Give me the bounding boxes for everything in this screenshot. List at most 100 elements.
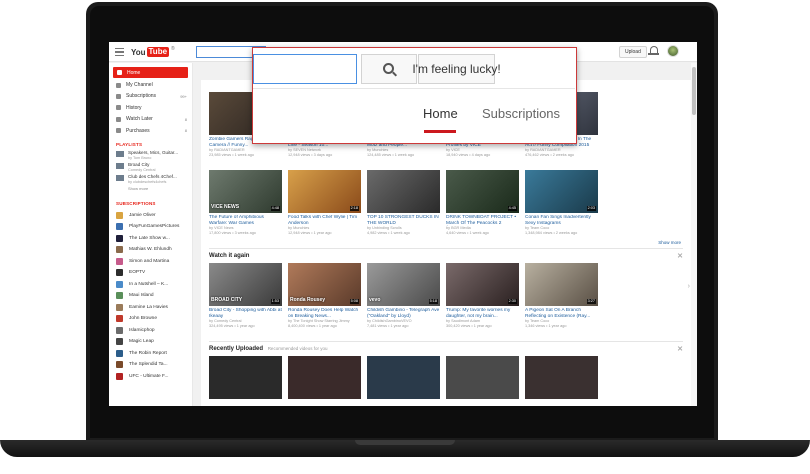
video-card[interactable]: 2:03 Conan Fan Sings Inadvertently Sexy I… (525, 170, 598, 235)
video-card[interactable] (525, 356, 598, 399)
video-thumbnail[interactable] (525, 356, 598, 399)
video-card[interactable]: 4:45 DRINK TOWNBOAT PROJECT • March Of Th… (446, 170, 519, 235)
video-thumbnail[interactable]: 2:18 (288, 170, 361, 213)
sidebar-item-label: History (126, 104, 142, 111)
tab-home[interactable]: Home (423, 106, 458, 121)
subscription-item[interactable]: Mathias W. Ehlundh (109, 244, 192, 256)
sidebar-item-purchases[interactable]: Purchases 8 (109, 125, 192, 136)
channel-avatar (116, 280, 123, 288)
close-icon[interactable]: ✕ (677, 345, 683, 353)
chevron-right-icon[interactable]: › (688, 283, 690, 290)
sidebar-item-watch-later[interactable]: Watch Later 8 (109, 114, 192, 125)
video-title[interactable]: Childish Gambino - Telegraph Ave ("Oakla… (367, 308, 440, 319)
subscription-item[interactable]: The Splendid Ta... (109, 359, 192, 371)
video-title[interactable]: TOP 10 STRONGEST DUCKS IN THE WORLD (367, 215, 440, 226)
channel-avatar (116, 372, 123, 380)
video-card[interactable]: vevo 5:18 Childish Gambino - Telegraph Ave… (367, 263, 440, 328)
feeling-lucky-button[interactable]: I'm feeling lucky! (412, 54, 501, 84)
video-stats: 4,982 views • 1 week ago (367, 230, 410, 235)
subscription-item[interactable]: Magic Leap (109, 336, 192, 348)
video-card[interactable] (367, 356, 440, 399)
search-input[interactable] (253, 54, 357, 84)
video-card[interactable]: 2:30 Trump: My favorite worries my daught… (446, 263, 519, 328)
sidebar-item-label: My Channel (126, 82, 153, 89)
video-card[interactable] (209, 356, 282, 399)
sidebar-item-subscriptions[interactable]: Subscriptions 99+ (109, 91, 192, 102)
subscription-item[interactable]: Simon and Martina (109, 255, 192, 267)
video-card[interactable]: 2:18 Food Talks with Chef Wylie | Tim And… (288, 170, 361, 235)
subscription-item[interactable]: Islamicphop (109, 324, 192, 336)
close-icon[interactable]: ✕ (677, 252, 683, 260)
video-title[interactable]: The Future of Amphibious Warfare: War Ga… (209, 215, 282, 226)
video-title[interactable]: Trump: My favorite worries my daughter, … (446, 308, 519, 319)
scroll-thumb[interactable] (692, 67, 696, 115)
channel-avatar (116, 338, 123, 346)
subscription-item[interactable]: UFC - Ultimate F... (109, 370, 192, 382)
video-card[interactable] (446, 356, 519, 399)
playlist-item[interactable]: Speakers, Mics, Guitar... by Tom Bruno (109, 150, 192, 162)
video-thumbnail[interactable]: 2:30 (446, 263, 519, 306)
video-thumbnail[interactable]: VICE NEWS 4:48 (209, 170, 282, 213)
playlist-item[interactable]: Broad City Comedy Central (109, 162, 192, 174)
sidebar-item-my-channel[interactable]: My Channel (109, 79, 192, 90)
video-duration: 2:18 (349, 206, 359, 211)
youtube-logo[interactable]: You Tube ® (131, 46, 175, 58)
avatar[interactable] (667, 45, 679, 57)
bell-icon[interactable] (648, 46, 659, 55)
video-title[interactable]: A Pigeon Sat On A Branch Reflecting on E… (525, 308, 598, 319)
video-title[interactable]: Broad City - Shopping with Abbi at Ikeaa… (209, 308, 282, 319)
video-row-2: Show more VICE NEWS 4:48 The Future of Amp… (201, 170, 691, 248)
subscription-item[interactable]: The Late Show w... (109, 232, 192, 244)
subscription-list: Jamie Oliver PlayFunGamesPictures The Late… (109, 209, 192, 382)
video-thumbnail[interactable]: vevo 5:18 (367, 263, 440, 306)
menu-icon[interactable] (115, 48, 124, 56)
video-thumbnail[interactable] (367, 356, 440, 399)
video-card[interactable] (288, 356, 361, 399)
search-icon (382, 62, 394, 74)
video-stats: 23,985 views • 1 week ago (209, 152, 255, 157)
video-duration: 2:30 (507, 299, 517, 304)
subscription-item[interactable]: The Robin Report (109, 347, 192, 359)
video-thumbnail[interactable] (367, 170, 440, 213)
scrollbar[interactable] (691, 63, 697, 406)
subscription-item[interactable]: In a Nutshell – K... (109, 278, 192, 290)
video-title[interactable]: DRINK TOWNBOAT PROJECT • March Of The Pe… (446, 215, 519, 226)
playlist-item[interactable]: Club des Chefs 4Chef... by clubdeschefs4c… (109, 174, 192, 186)
video-thumbnail[interactable] (288, 356, 361, 399)
logo-you: You (131, 47, 146, 57)
subscription-item[interactable]: EOPTV (109, 267, 192, 279)
video-thumbnail[interactable]: 4:45 (446, 170, 519, 213)
upload-button[interactable]: Upload (619, 46, 647, 58)
sidebar-item-history[interactable]: History (109, 102, 192, 113)
subscription-item[interactable]: Jamie Oliver (109, 209, 192, 221)
video-thumbnail[interactable]: 2:03 (525, 170, 598, 213)
playlist-owner: by clubdeschefs4chefs (128, 179, 167, 184)
subscription-item[interactable]: PlayFunGamesPictures (109, 221, 192, 233)
channel-name: EOPTV (129, 270, 146, 276)
video-thumbnail[interactable]: BROAD CITY 1:53 (209, 263, 282, 306)
channel-name: Islamicphop (129, 327, 155, 333)
video-title[interactable]: Ronda Rousey Does Help Watch on Breaking… (288, 308, 361, 319)
video-thumbnail[interactable]: 3:27 (525, 263, 598, 306)
search-button[interactable] (361, 54, 417, 84)
video-card[interactable]: BROAD CITY 1:53 Broad City - Shopping with… (209, 263, 282, 328)
tab-subscriptions[interactable]: Subscriptions (482, 106, 560, 121)
video-card[interactable]: 3:27 A Pigeon Sat On A Branch Reflecting … (525, 263, 598, 328)
sidebar-item-count: 8 (184, 116, 187, 122)
video-thumbnail[interactable]: Ronda Rousey 5:08 (288, 263, 361, 306)
show-more-videos-link[interactable]: Show more (658, 240, 681, 245)
video-card[interactable]: VICE NEWS 4:48 The Future of Amphibious Wa… (209, 170, 282, 235)
subscription-item[interactable]: John Browne (109, 313, 192, 325)
video-thumbnail[interactable] (446, 356, 519, 399)
video-title[interactable]: Conan Fan Sings Inadvertently Sexy Insta… (525, 215, 598, 226)
video-card[interactable]: Ronda Rousey 5:08 Ronda Rousey Does Help W… (288, 263, 361, 328)
video-thumbnail[interactable] (209, 356, 282, 399)
video-title[interactable]: Food Talks with Chef Wylie | Tim Anderso… (288, 215, 361, 226)
playlist-list: Speakers, Mics, Guitar... by Tom Bruno Bro… (109, 150, 192, 186)
subscription-item[interactable]: Eamine La Havies (109, 301, 192, 313)
channel-avatar (116, 349, 123, 357)
sidebar-item-home[interactable]: Home (113, 67, 188, 79)
show-more-link[interactable]: Show more (109, 186, 192, 195)
video-card[interactable]: TOP 10 STRONGEST DUCKS IN THE WORLD by Un… (367, 170, 440, 235)
subscription-item[interactable]: Maui Island (109, 290, 192, 302)
